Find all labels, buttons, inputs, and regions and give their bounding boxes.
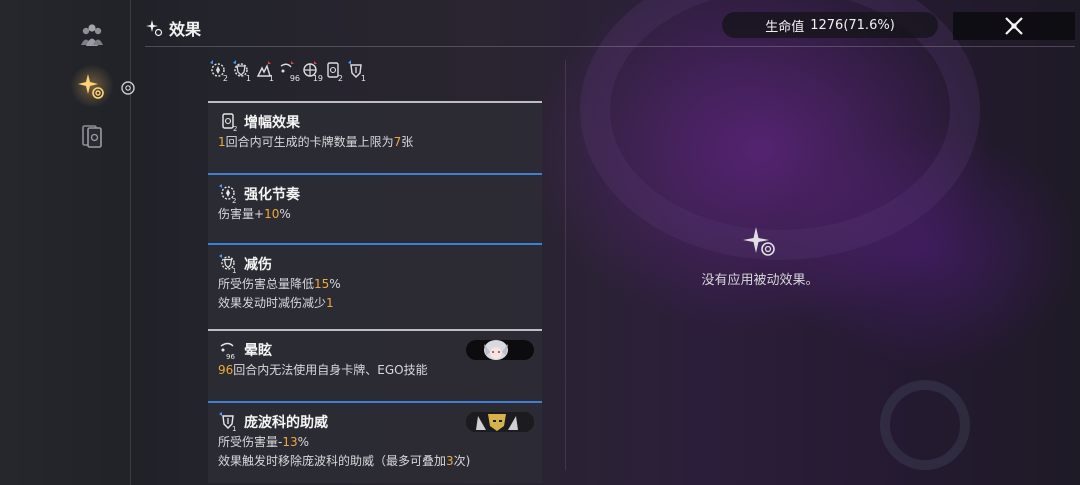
icon-count: 1 bbox=[360, 74, 366, 83]
card-icon[interactable]: 2 bbox=[323, 60, 343, 83]
effect-description: 1回合内可生成的卡牌数量上限为7张 bbox=[218, 133, 532, 152]
rhythm-icon: 2 bbox=[219, 184, 236, 204]
effect-title: 庞波科的助威 bbox=[244, 415, 328, 431]
icon-count: 2 bbox=[222, 74, 228, 83]
rail-effects-button[interactable] bbox=[70, 64, 114, 108]
icon-count: 1 bbox=[268, 74, 274, 83]
character-portrait-image bbox=[484, 340, 508, 360]
value-highlight: 10 bbox=[264, 207, 280, 221]
card-icon: 2 bbox=[222, 113, 237, 132]
guard-icon: 1 bbox=[219, 412, 236, 432]
card-header: 2 强化节奏 bbox=[218, 183, 532, 205]
header: 效果 生命值 1276(71.6%) bbox=[145, 8, 1075, 46]
value-highlight: 3 bbox=[446, 454, 454, 468]
desc-text: % bbox=[329, 277, 341, 291]
shield-icon: 1 bbox=[219, 254, 236, 274]
effect-title: 晕眩 bbox=[244, 343, 272, 359]
icon-count: 2 bbox=[233, 125, 237, 132]
desc-text: 回合内可生成的卡牌数量上限为 bbox=[225, 135, 394, 149]
effect-description: 所受伤害总量降低15% bbox=[218, 275, 532, 294]
sparkle-spiral-icon bbox=[78, 74, 104, 99]
rhythm-icon[interactable]: 2 bbox=[208, 60, 228, 83]
hp-value: 1276(71.6%) bbox=[810, 17, 895, 33]
card-header: 2 增幅效果 bbox=[218, 111, 532, 133]
character-portrait-image bbox=[466, 412, 534, 432]
stun-icon[interactable]: 1 bbox=[254, 60, 274, 83]
dizzy-icon[interactable]: 96 bbox=[277, 60, 300, 83]
effect-card-rhythm[interactable]: 2 强化节奏 伤害量+10% bbox=[208, 173, 542, 243]
effect-description: 96回合内无法使用自身卡牌、EGO技能 bbox=[218, 361, 532, 380]
card-header: 1 减伤 bbox=[218, 253, 532, 275]
icon-count: 19 bbox=[312, 74, 323, 83]
effect-card-pomboko-support[interactable]: 1 庞波科的助威 所受伤害量-13% 效果触发时移除庞波科的助威（最多可叠加3次… bbox=[208, 401, 542, 483]
header-divider bbox=[145, 46, 1075, 47]
icon-count: 1 bbox=[245, 74, 251, 83]
desc-text: 伤害量+ bbox=[218, 207, 265, 221]
value-highlight: 1 bbox=[326, 296, 334, 310]
cards-icon bbox=[82, 125, 102, 148]
desc-text: 效果发动时减伤减少 bbox=[218, 296, 327, 310]
character-portrait bbox=[466, 340, 534, 360]
spiral-indicator-icon bbox=[120, 80, 136, 96]
effect-title: 减伤 bbox=[244, 257, 272, 273]
passive-effects-panel: 没有应用被动效果。 bbox=[640, 225, 880, 288]
icon-count: 1 bbox=[232, 267, 236, 274]
icon-count: 1 bbox=[232, 425, 236, 432]
close-icon bbox=[1005, 17, 1023, 35]
value-highlight: 15 bbox=[314, 277, 330, 291]
effect-card-damage-reduction[interactable]: 1 减伤 所受伤害总量降低15% 效果发动时减伤减少1 bbox=[208, 243, 542, 329]
desc-text: 所受伤害总量降低 bbox=[218, 277, 315, 291]
panel-divider bbox=[565, 60, 566, 470]
sparkle-icon bbox=[146, 20, 163, 37]
target-icon[interactable]: 19 bbox=[300, 60, 323, 83]
effect-card-amplify[interactable]: 2 增幅效果 1回合内可生成的卡牌数量上限为7张 bbox=[208, 101, 542, 173]
effect-description: 效果发动时减伤减少1 bbox=[218, 294, 532, 313]
effect-description: 效果触发时移除庞波科的助威（最多可叠加3次) bbox=[218, 452, 532, 471]
effect-title: 增幅效果 bbox=[244, 115, 300, 131]
page-title: 效果 bbox=[169, 20, 202, 39]
rail-cards-button[interactable] bbox=[70, 114, 114, 158]
desc-text: 次) bbox=[453, 454, 471, 468]
shield-icon[interactable]: 1 bbox=[231, 60, 251, 83]
desc-text: 张 bbox=[401, 135, 414, 149]
dizzy-icon: 96 bbox=[220, 342, 235, 360]
rail-team-button[interactable] bbox=[70, 14, 114, 58]
icon-count: 96 bbox=[289, 74, 300, 83]
hp-display: 生命值 1276(71.6%) bbox=[722, 12, 938, 38]
guard-icon[interactable]: 1 bbox=[346, 60, 366, 83]
sparkle-spiral-icon bbox=[743, 227, 775, 256]
character-portrait bbox=[466, 412, 534, 432]
background-blur-ring-small bbox=[880, 380, 970, 470]
title-group: 效果 bbox=[145, 16, 201, 40]
desc-text: 效果触发时移除庞波科的助威（最多可叠加 bbox=[218, 454, 447, 468]
hp-label: 生命值 bbox=[765, 19, 805, 35]
value-highlight: 13 bbox=[282, 435, 298, 449]
empty-message: 没有应用被动效果。 bbox=[701, 273, 819, 288]
effect-description: 所受伤害量-13% bbox=[218, 433, 532, 452]
icon-count: 2 bbox=[337, 74, 343, 83]
icon-count: 96 bbox=[226, 353, 235, 360]
effect-title: 强化节奏 bbox=[244, 187, 300, 203]
desc-text: % bbox=[297, 435, 310, 449]
desc-text: 所受伤害量- bbox=[218, 435, 283, 449]
rail-divider bbox=[130, 0, 131, 485]
desc-text: 回合内无法使用自身卡牌、EGO技能 bbox=[233, 363, 428, 377]
effect-icon-row: 2 1 1 96 19 2 1 bbox=[208, 60, 366, 83]
close-button[interactable] bbox=[953, 12, 1075, 40]
icon-count: 2 bbox=[232, 197, 236, 204]
value-highlight: 96 bbox=[218, 363, 234, 377]
value-highlight: 1 bbox=[218, 135, 226, 149]
team-icon bbox=[81, 24, 103, 46]
desc-text: % bbox=[279, 207, 291, 221]
effects-list[interactable]: 2 增幅效果 1回合内可生成的卡牌数量上限为7张 2 强化节奏 伤害量+10% … bbox=[208, 101, 542, 483]
effect-description: 伤害量+10% bbox=[218, 205, 532, 224]
effect-card-stun[interactable]: 96 晕眩 96回合内无法使用自身卡牌、EGO技能 bbox=[208, 329, 542, 401]
